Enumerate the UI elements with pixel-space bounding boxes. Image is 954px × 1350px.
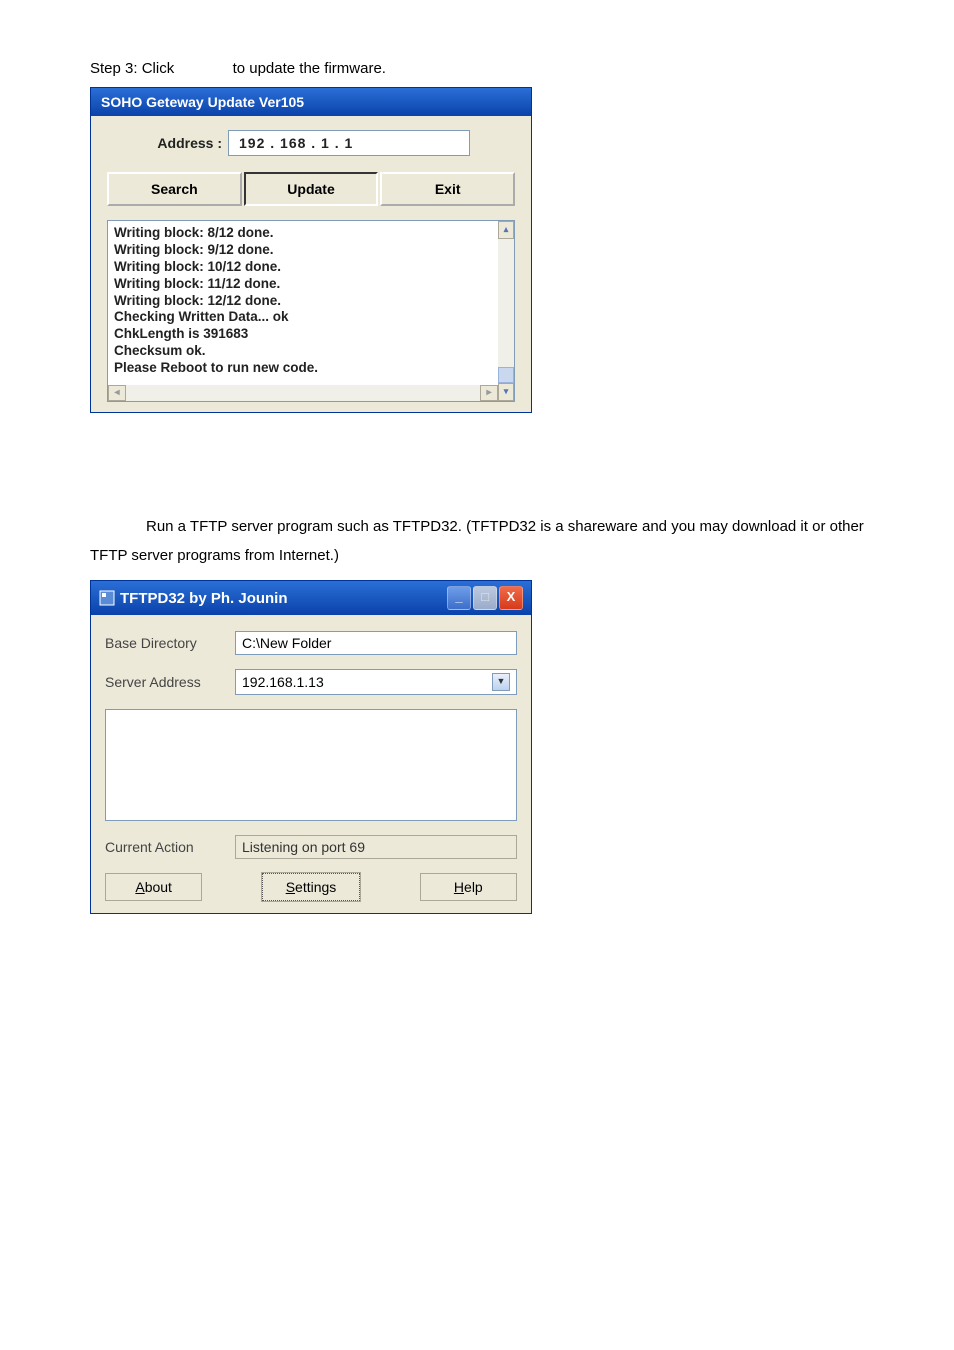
settings-button[interactable]: Settings (262, 873, 359, 901)
log-line: Checking Written Data... ok (114, 309, 508, 326)
log-line: Writing block: 12/12 done. (114, 293, 508, 310)
tftpd32-body: Base Directory C:\New Folder Server Addr… (91, 615, 531, 913)
horizontal-scrollbar[interactable]: ◂ ▸ (108, 385, 498, 401)
scroll-thumb[interactable] (498, 367, 514, 383)
current-action-value: Listening on port 69 (235, 835, 517, 859)
minimize-button[interactable]: _ (447, 586, 471, 610)
tftpd32-button-row: About Settings Help (105, 873, 517, 901)
address-input[interactable]: 192 . 168 . 1 . 1 (228, 130, 470, 156)
about-rest: bout (145, 879, 172, 895)
log-line: Writing block: 9/12 done. (114, 242, 508, 259)
scroll-up-icon[interactable]: ▴ (498, 221, 514, 239)
tftpd32-window: TFTPD32 by Ph. Jounin _ □ X Base Directo… (90, 580, 532, 914)
current-action-label: Current Action (105, 839, 235, 855)
tftpd32-title: TFTPD32 by Ph. Jounin (120, 590, 288, 607)
help-rest: elp (464, 879, 483, 895)
server-address-select[interactable]: 192.168.1.13 ▼ (235, 669, 517, 695)
server-address-label: Server Address (105, 674, 235, 690)
scroll-track[interactable] (498, 239, 514, 383)
maximize-button: □ (473, 586, 497, 610)
scroll-down-icon[interactable]: ▾ (498, 383, 514, 401)
scroll-right-icon[interactable]: ▸ (480, 385, 498, 401)
base-directory-label: Base Directory (105, 635, 235, 651)
step3-post: to update the firmware. (233, 60, 386, 77)
log-line: Writing block: 8/12 done. (114, 225, 508, 242)
server-address-value: 192.168.1.13 (242, 674, 324, 690)
tftp-paragraph: Run a TFTP server program such as TFTPD3… (90, 513, 864, 570)
tftpd32-titlebar: TFTPD32 by Ph. Jounin _ □ X (91, 581, 531, 615)
scroll-track-h[interactable] (126, 385, 480, 401)
about-button[interactable]: About (105, 873, 202, 901)
address-label: Address : (107, 135, 222, 151)
log-line: Please Reboot to run new code. (114, 360, 508, 377)
help-button[interactable]: Help (420, 873, 517, 901)
close-button[interactable]: X (499, 586, 523, 610)
soho-body: Address : 192 . 168 . 1 . 1 Search Updat… (91, 116, 531, 412)
scroll-left-icon[interactable]: ◂ (108, 385, 126, 401)
log-line: Writing block: 10/12 done. (114, 259, 508, 276)
transfer-list (105, 709, 517, 821)
soho-button-row: Search Update Exit (107, 172, 515, 206)
exit-button[interactable]: Exit (380, 172, 515, 206)
step3-instruction: Step 3: Click to update the firmware. (90, 60, 864, 77)
vertical-scrollbar[interactable]: ▴ ▾ (498, 221, 514, 401)
settings-rest: ettings (295, 879, 336, 895)
app-icon (99, 590, 115, 606)
server-address-row: Server Address 192.168.1.13 ▼ (105, 669, 517, 695)
log-line: Checksum ok. (114, 343, 508, 360)
about-mnemonic: A (135, 879, 144, 895)
update-button[interactable]: Update (244, 172, 379, 206)
log-output: Writing block: 8/12 done. Writing block:… (107, 220, 515, 402)
chevron-down-icon[interactable]: ▼ (492, 673, 510, 691)
soho-titlebar: SOHO Geteway Update Ver105 (91, 88, 531, 116)
help-mnemonic: H (454, 879, 464, 895)
base-directory-row: Base Directory C:\New Folder (105, 631, 517, 655)
settings-mnemonic: S (286, 879, 295, 895)
current-action-row: Current Action Listening on port 69 (105, 835, 517, 859)
address-row: Address : 192 . 168 . 1 . 1 (107, 130, 515, 156)
log-line: Writing block: 11/12 done. (114, 276, 508, 293)
base-directory-value: C:\New Folder (242, 635, 331, 651)
step3-pre: Step 3: Click (90, 60, 174, 77)
soho-update-window: SOHO Geteway Update Ver105 Address : 192… (90, 87, 532, 413)
log-line: ChkLength is 391683 (114, 326, 508, 343)
search-button[interactable]: Search (107, 172, 242, 206)
base-directory-input[interactable]: C:\New Folder (235, 631, 517, 655)
